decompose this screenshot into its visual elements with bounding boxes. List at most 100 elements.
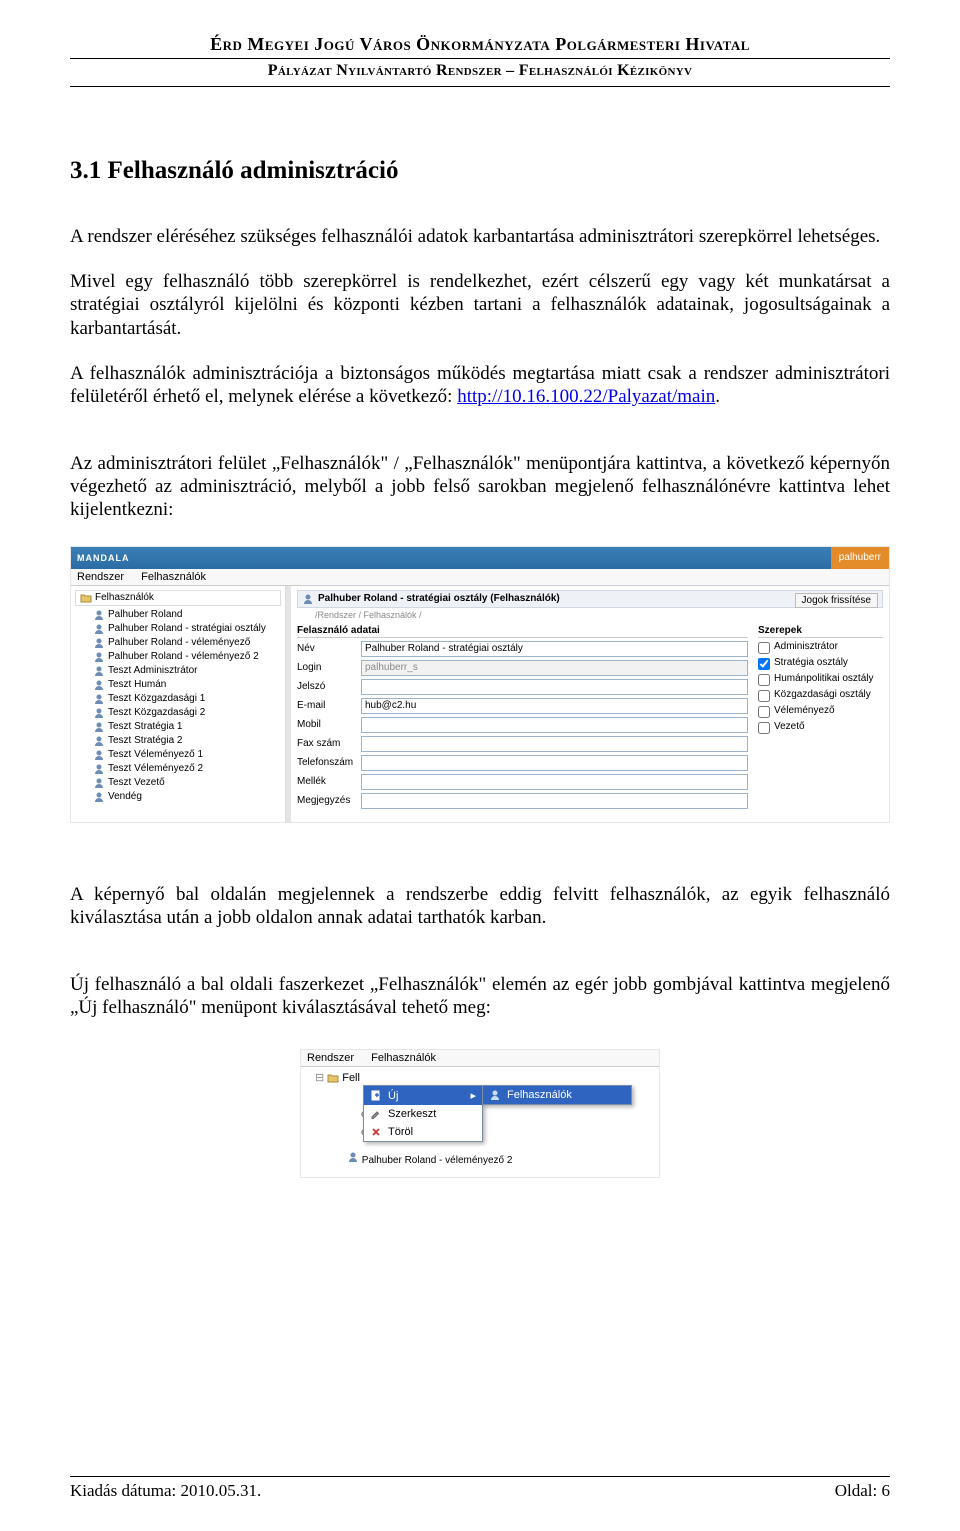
label-jelszo: Jelszó	[297, 681, 361, 692]
footer-date: Kiadás dátuma: 2010.05.31.	[70, 1481, 261, 1501]
ctx-item-szerkeszt-label: Szerkeszt	[388, 1108, 436, 1120]
screenshot-context-menu: Rendszer Felhasználók ⊟ Fell égiai osztá…	[300, 1049, 660, 1178]
page-header-line1: Érd Megyei Jogú Város Önkormányzata Polg…	[70, 34, 890, 59]
user-icon	[93, 735, 105, 747]
tree-item-label: Palhuber Roland	[108, 609, 183, 620]
screenshot-admin-ui: MANDALA palhuberr Rendszer Felhasználók …	[70, 546, 890, 823]
admin-link[interactable]: http://10.16.100.22/Palyazat/main	[457, 386, 715, 407]
menubar-2: Rendszer Felhasználók	[301, 1050, 659, 1067]
tree-item-label: Teszt Véleményező 2	[108, 763, 203, 774]
menu2-felhasznalok[interactable]: Felhasználók	[371, 1052, 436, 1064]
tree-item[interactable]: Teszt Közgazdasági 1	[75, 692, 281, 706]
folder-icon	[327, 1072, 339, 1084]
input-megjegyzes[interactable]	[361, 793, 748, 809]
tree-item[interactable]: Teszt Humán	[75, 678, 281, 692]
menu-felhasznalok[interactable]: Felhasználók	[141, 571, 206, 583]
tree-item[interactable]: Vendég	[75, 790, 281, 804]
role-row: Véleményező	[758, 705, 883, 718]
tree-item[interactable]: Teszt Közgazdasági 2	[75, 706, 281, 720]
tree-root-label: Felhasználók	[95, 592, 154, 603]
current-user-badge[interactable]: palhuberr	[831, 547, 889, 569]
section-title: 3.1 Felhasználó adminisztráció	[70, 157, 890, 185]
input-mellek[interactable]	[361, 774, 748, 790]
label-nev: Név	[297, 643, 361, 654]
menu2-rendszer[interactable]: Rendszer	[307, 1052, 354, 1064]
user-icon	[93, 637, 105, 649]
app-logo: MANDALA	[71, 547, 211, 569]
user-tree: Felhasználók Palhuber Roland Palhuber Rol…	[71, 586, 286, 822]
tree-item[interactable]: Teszt Stratégia 1	[75, 720, 281, 734]
tree-item[interactable]: Teszt Véleményező 1	[75, 748, 281, 762]
tree2-folder-label: Fell	[342, 1072, 360, 1084]
role-label: Adminisztrátor	[774, 641, 838, 652]
label-telefon: Telefonszám	[297, 757, 361, 768]
tree-root-felhasznalok[interactable]: Felhasználók	[75, 590, 281, 606]
form-header: Felasználó adatai	[297, 624, 748, 638]
role-row: Humánpolitikai osztály	[758, 673, 883, 686]
label-fax: Fax szám	[297, 738, 361, 749]
roles-header: Szerepek	[758, 624, 883, 638]
input-jelszo[interactable]	[361, 679, 748, 695]
tree-item-label: Teszt Humán	[108, 679, 166, 690]
tree-item[interactable]: Palhuber Roland - stratégiai osztály	[75, 622, 281, 636]
role-label: Humánpolitikai osztály	[774, 673, 874, 684]
ctx-item-uj[interactable]: Új ▸	[364, 1086, 482, 1105]
user-icon	[93, 707, 105, 719]
submenu-felhasznalok[interactable]: Felhasználók	[483, 1086, 631, 1104]
paragraph-2: Mivel egy felhasználó több szerepkörrel …	[70, 270, 890, 340]
input-login[interactable]	[361, 660, 748, 676]
tree-item[interactable]: Teszt Stratégia 2	[75, 734, 281, 748]
submenu-label: Felhasználók	[507, 1089, 572, 1101]
role-checkbox[interactable]	[758, 706, 770, 718]
role-checkbox[interactable]	[758, 722, 770, 734]
user-icon	[93, 651, 105, 663]
role-label: Vezető	[774, 721, 805, 732]
input-fax[interactable]	[361, 736, 748, 752]
tree-item[interactable]: Teszt Adminisztrátor	[75, 664, 281, 678]
ctx-item-szerkeszt[interactable]: Szerkeszt	[364, 1105, 482, 1123]
role-checkbox[interactable]	[758, 690, 770, 702]
role-row: Adminisztrátor	[758, 641, 883, 654]
input-nev[interactable]	[361, 641, 748, 657]
user-icon	[93, 623, 105, 635]
tree-item[interactable]: Palhuber Roland	[75, 608, 281, 622]
context-submenu: Felhasználók	[482, 1085, 632, 1105]
role-row: Stratégia osztály	[758, 657, 883, 670]
menu-rendszer[interactable]: Rendszer	[77, 571, 124, 583]
label-email: E-mail	[297, 700, 361, 711]
user-icon	[489, 1089, 501, 1101]
role-row: Vezető	[758, 721, 883, 734]
tree-item-label: Teszt Adminisztrátor	[108, 665, 197, 676]
tree-item[interactable]: Teszt Vezető	[75, 776, 281, 790]
label-mobil: Mobil	[297, 719, 361, 730]
tree-item[interactable]: Palhuber Roland - véleményező	[75, 636, 281, 650]
role-checkbox[interactable]	[758, 674, 770, 686]
tree-item-label: Palhuber Roland - stratégiai osztály	[108, 623, 266, 634]
tree-item-label: Palhuber Roland - véleményező	[108, 637, 250, 648]
user-icon	[347, 1151, 359, 1163]
page-footer: Kiadás dátuma: 2010.05.31. Oldal: 6	[70, 1476, 890, 1501]
paragraph-6: Új felhasználó a bal oldali faszerkezet …	[70, 973, 890, 1019]
tree2-folder[interactable]: ⊟ Fell	[315, 1070, 656, 1085]
context-menu: Új ▸ Szerkeszt Töröl	[363, 1085, 483, 1142]
user-icon	[93, 665, 105, 677]
ctx-item-torol-label: Töröl	[388, 1126, 413, 1138]
user-icon	[93, 777, 105, 789]
tree-item-label: Vendég	[108, 791, 142, 802]
input-email[interactable]	[361, 698, 748, 714]
arrow-right-icon: ▸	[470, 1089, 476, 1102]
tree-item[interactable]: Teszt Véleményező 2	[75, 762, 281, 776]
role-checkbox[interactable]	[758, 642, 770, 654]
tree-item[interactable]: Palhuber Roland - véleményező 2	[75, 650, 281, 664]
input-telefon[interactable]	[361, 755, 748, 771]
jogok-frissitese-button[interactable]: Jogok frissítése	[795, 593, 878, 608]
tree-item-label: Teszt Közgazdasági 1	[108, 693, 205, 704]
role-checkbox[interactable]	[758, 658, 770, 670]
input-mobil[interactable]	[361, 717, 748, 733]
edit-icon	[370, 1108, 382, 1120]
user-icon	[93, 609, 105, 621]
detail-titlebar: Palhuber Roland - stratégiai osztály (Fe…	[297, 590, 883, 608]
paragraph-4: Az adminisztrátori felület „Felhasználók…	[70, 452, 890, 522]
user-icon	[93, 791, 105, 803]
ctx-item-torol[interactable]: Töröl	[364, 1123, 482, 1141]
